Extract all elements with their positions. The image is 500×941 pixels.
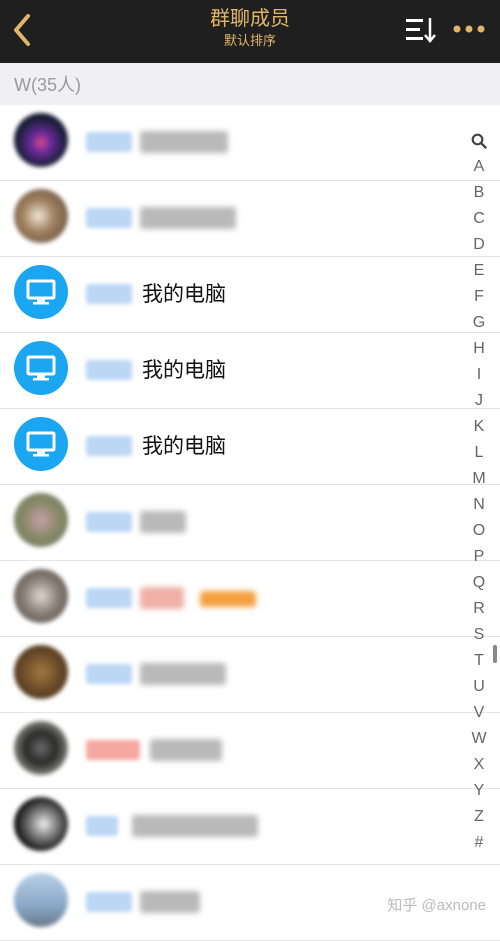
member-tag-blurred: [86, 360, 132, 380]
index-letter[interactable]: Z: [466, 804, 492, 830]
member-row[interactable]: [0, 789, 500, 865]
member-avatar: [14, 189, 68, 243]
more-button[interactable]: [452, 22, 486, 36]
member-tag-blurred: [86, 284, 132, 304]
member-avatar: [14, 113, 68, 167]
member-name-blurred: [132, 815, 258, 837]
member-avatar: [14, 569, 68, 623]
index-letter[interactable]: E: [466, 258, 492, 284]
member-row[interactable]: [0, 713, 500, 789]
scrollbar-thumb[interactable]: [493, 645, 497, 663]
member-name: 我的电脑: [142, 359, 226, 382]
member-tag-blurred: [86, 892, 132, 912]
index-letter[interactable]: N: [466, 492, 492, 518]
more-dots-icon: [453, 25, 485, 33]
member-row[interactable]: [0, 637, 500, 713]
member-tag-blurred: [86, 816, 118, 836]
member-name-blurred: [140, 891, 200, 913]
member-avatar: [14, 417, 68, 471]
member-name-blurred: [140, 511, 186, 533]
index-letter[interactable]: #: [466, 830, 492, 856]
index-letter[interactable]: I: [466, 362, 492, 388]
index-letter[interactable]: S: [466, 622, 492, 648]
member-name: 我的电脑: [142, 283, 226, 306]
member-tag-blurred: [86, 436, 132, 456]
index-letter[interactable]: J: [466, 388, 492, 414]
member-tag-blurred: [86, 740, 140, 760]
member-tag-blurred: [86, 132, 132, 152]
member-row[interactable]: 我的电脑: [0, 257, 500, 333]
index-letter[interactable]: R: [466, 596, 492, 622]
member-tag-blurred: [86, 664, 132, 684]
member-name-blurred: [140, 587, 184, 609]
member-avatar: [14, 493, 68, 547]
index-search[interactable]: [466, 128, 492, 154]
member-tag-blurred: [86, 208, 132, 228]
monitor-icon: [26, 355, 56, 381]
member-row[interactable]: [0, 181, 500, 257]
member-avatar: [14, 721, 68, 775]
index-letter[interactable]: K: [466, 414, 492, 440]
member-row[interactable]: 我的电脑: [0, 409, 500, 485]
member-tag-blurred: [86, 588, 132, 608]
member-list: 我的电脑 我的电脑 我的电脑: [0, 105, 500, 941]
sort-button[interactable]: [406, 16, 436, 44]
index-letter[interactable]: F: [466, 284, 492, 310]
index-letter[interactable]: G: [466, 310, 492, 336]
member-name-blurred: [140, 207, 236, 229]
member-row[interactable]: [0, 561, 500, 637]
index-letter[interactable]: U: [466, 674, 492, 700]
member-avatar: [14, 797, 68, 851]
member-badge-blurred: [200, 591, 256, 607]
index-letter[interactable]: H: [466, 336, 492, 362]
member-name-blurred: [140, 663, 226, 685]
index-letter[interactable]: V: [466, 700, 492, 726]
member-row[interactable]: [0, 485, 500, 561]
index-letter[interactable]: Q: [466, 570, 492, 596]
watermark-text: 知乎 @axnone: [387, 897, 486, 914]
index-letter[interactable]: T: [466, 648, 492, 674]
sort-list-icon: [406, 18, 436, 43]
index-letter[interactable]: X: [466, 752, 492, 778]
index-letter[interactable]: A: [466, 154, 492, 180]
monitor-icon: [26, 279, 56, 305]
index-letter[interactable]: C: [466, 206, 492, 232]
index-letter[interactable]: Y: [466, 778, 492, 804]
member-tag-blurred: [86, 512, 132, 532]
group-section-header: W(35人): [0, 63, 500, 105]
member-avatar: [14, 645, 68, 699]
search-icon: [471, 133, 487, 149]
member-avatar: [14, 341, 68, 395]
alphabet-index[interactable]: A B C D E F G H I J K L M N O P Q R S T …: [466, 128, 492, 856]
index-letter[interactable]: D: [466, 232, 492, 258]
index-letter[interactable]: M: [466, 466, 492, 492]
member-avatar: [14, 265, 68, 319]
member-row[interactable]: [0, 105, 500, 181]
member-name: 我的电脑: [142, 435, 226, 458]
member-name-blurred: [150, 739, 222, 761]
index-letter[interactable]: L: [466, 440, 492, 466]
index-letter[interactable]: W: [466, 726, 492, 752]
index-letter[interactable]: O: [466, 518, 492, 544]
member-row[interactable]: 我的电脑: [0, 333, 500, 409]
index-letter[interactable]: P: [466, 544, 492, 570]
member-name-blurred: [140, 131, 228, 153]
index-letter[interactable]: B: [466, 180, 492, 206]
navigation-bar: 群聊成员 默认排序: [0, 0, 500, 63]
monitor-icon: [26, 431, 56, 457]
member-avatar: [14, 873, 68, 927]
